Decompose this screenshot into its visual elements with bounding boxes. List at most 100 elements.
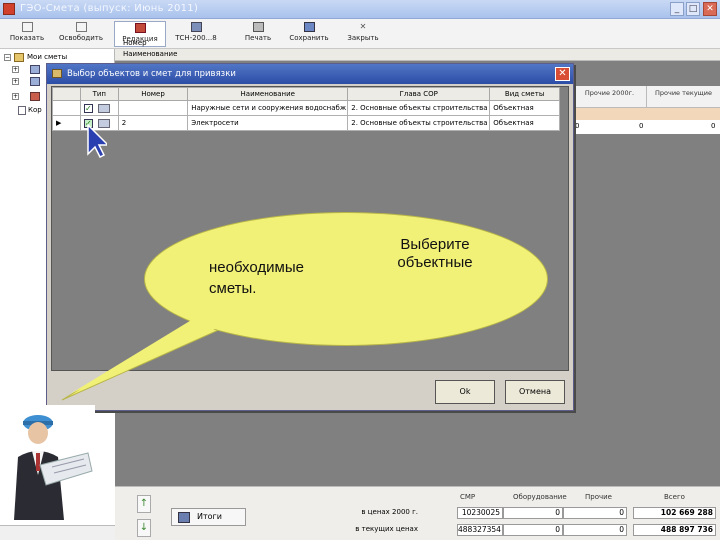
close-toolbar-button[interactable]: ✕ Закрыть [340,21,386,47]
expand-icon[interactable]: + [12,78,19,85]
maximize-button[interactable]: □ [686,2,700,16]
other-current-value: 0 [711,122,716,130]
folder-icon [14,53,24,62]
smr-header: СМР [460,493,476,501]
object-icon [30,92,40,101]
print-button[interactable]: Печать [236,21,280,47]
marker-column-header [52,87,81,101]
window-title: ГЭО-Смета (выпуск: Июнь 2011) [20,3,199,14]
number-cell: 2 [117,115,189,131]
smr-2000-value: 10230025 [457,507,503,519]
number-column-header[interactable]: Номер [117,87,189,101]
tree-icon [190,22,202,32]
close-label: Закрыть [347,34,379,42]
select-checkbox[interactable]: ✓ [83,103,93,113]
row-marker: ▶ [52,115,81,131]
close-icon: ✕ [359,22,367,31]
callout-text-line1: Выберите объектные [397,236,473,271]
total-header: Всего [664,493,685,501]
dialog-icon [52,69,62,78]
estimates-grid-header: Номер Наименование [115,39,720,61]
expand-icon[interactable]: + [12,93,19,100]
ok-button[interactable]: Ok [435,380,495,404]
cost-value: 0 [575,122,580,130]
estimate-type-column-header[interactable]: Вид сметы [489,87,560,101]
total-current-value: 488 897 736 [633,524,716,536]
mouse-cursor-icon [87,124,107,158]
smr-current-value: 488327354 [457,524,503,536]
other-2000-header: Прочие 2000г. [573,86,647,108]
calculator-icon [178,512,190,523]
totals-button-label: Итоги [197,512,222,521]
save-button[interactable]: Сохранить [284,21,334,47]
engineer-with-helmet-icon [14,415,93,520]
other-current-total-value: 0 [563,524,627,536]
estimate-icon [97,103,110,113]
totals-panel: ↑ ↓ Итоги СМР Оборудование Прочие Всего … [115,486,720,540]
type-cell: ✓ [79,100,119,116]
equipment-header: Оборудование [513,493,567,501]
page-icon [21,22,33,32]
main-toolbar: Показать Освободить Редакция ТСН-200...8… [0,19,720,49]
window-titlebar: ГЭО-Смета (выпуск: Июнь 2011) _ □ ✕ [0,0,720,19]
total-2000-value: 102 669 288 [633,507,716,519]
expand-icon[interactable]: + [12,66,19,73]
chapter-cell: 2. Основные объекты строительства [347,115,491,131]
name-column-header: Наименование [123,50,178,58]
tsn-label: ТСН-200...8 [175,34,217,42]
equipment-2000-value: 0 [503,507,563,519]
estimate-type-cell: Объектная [489,115,560,131]
callout-text-line2: необходимые сметы. [209,259,304,297]
expand-icon[interactable]: − [4,54,11,61]
table-row[interactable]: ▶ ✓ 2 Электросети 2. Основные объекты ст… [52,115,560,131]
show-label: Показать [9,34,45,42]
show-button[interactable]: Показать [4,21,50,47]
minimize-button[interactable]: _ [670,2,684,16]
number-cell [117,100,189,116]
document-icon [18,106,26,115]
totals-button[interactable]: Итоги [171,508,246,526]
page-icon [75,22,87,32]
printer-icon [252,22,264,32]
number-column-header: Номер [123,39,147,47]
move-up-button[interactable]: ↑ [137,495,151,513]
other-current-header: Прочие текущие [647,86,720,108]
tree-item-label: Мои сметы [27,53,68,61]
tree-item-label: Кор [28,106,42,114]
selected-row-band [573,108,720,120]
equipment-current-value: 0 [503,524,563,536]
tree-horizontal-scrollbar[interactable] [0,525,115,540]
row-marker [52,100,81,116]
print-label: Печать [244,34,272,42]
object-icon [30,65,40,74]
current-prices-label: в текущих ценах [355,525,418,533]
release-button[interactable]: Освободить [56,21,106,47]
cancel-button[interactable]: Отмена [505,380,565,404]
other-header: Прочие [585,493,612,501]
chapter-cell: 2. Основные объекты строительства [347,100,491,116]
other-2000-value: 0 [639,122,644,130]
engineer-illustration [0,405,95,525]
dialog-title: Выбор объектов и смет для привязки [67,69,236,79]
save-icon [303,22,315,32]
tsn-button[interactable]: ТСН-200...8 [170,21,222,47]
object-icon [30,77,40,86]
prices-2000-label: в ценах 2000 г. [361,508,418,516]
release-label: Освободить [59,34,103,42]
estimates-selection-table: Тип Номер Наименование Глава СОР Вид сме… [52,87,560,131]
name-column-header[interactable]: Наименование [187,87,349,101]
move-down-button[interactable]: ↓ [137,519,151,537]
save-label: Сохранить [289,34,329,42]
costs-table: Прочие 2000г. Прочие текущие 0 0 0 [572,86,720,134]
dialog-close-button[interactable]: ✕ [555,67,570,81]
table-row[interactable]: ✓ Наружные сети и сооружения водоснабж 2… [52,100,560,116]
dialog-titlebar: Выбор объектов и смет для привязки ✕ [47,64,573,84]
name-cell: Наружные сети и сооружения водоснабж [187,100,349,116]
type-column-header[interactable]: Тип [79,87,119,101]
chapter-column-header[interactable]: Глава СОР [347,87,491,101]
other-2000-total-value: 0 [563,507,627,519]
app-icon [3,3,15,15]
close-button[interactable]: ✕ [703,2,717,16]
estimate-type-cell: Объектная [489,100,560,116]
name-cell: Электросети [187,115,349,131]
